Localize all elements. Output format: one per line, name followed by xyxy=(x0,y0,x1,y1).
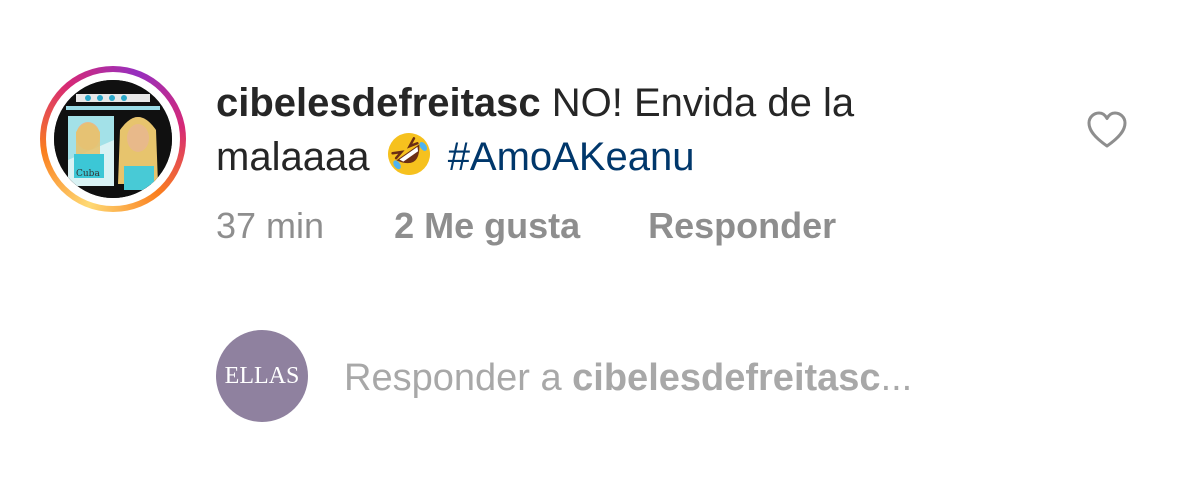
comment-meta-row: 37 min 2 Me gusta Responder xyxy=(216,204,836,248)
avatar-image: Cuba xyxy=(54,80,172,198)
avatar-logo-text: ELLAS xyxy=(224,362,300,389)
reply-input[interactable]: Responder a cibelesdefreitasc... xyxy=(344,354,1104,402)
rolling-on-floor-laughing-emoji-icon xyxy=(385,130,433,178)
avatar-photo-icon: Cuba xyxy=(54,80,172,198)
svg-text:Cuba: Cuba xyxy=(76,169,100,179)
hashtag-link[interactable]: #AmoAKeanu xyxy=(448,135,695,179)
comment-username[interactable]: cibelesdefreitasc xyxy=(216,81,541,125)
comment-timestamp: 37 min xyxy=(216,205,325,246)
heart-outline-icon[interactable] xyxy=(1086,111,1128,149)
reply-button[interactable]: Responder xyxy=(648,204,836,248)
reply-placeholder-suffix: ... xyxy=(880,357,913,399)
comment-body: cibelesdefreitasc NO! Envida de la malaa… xyxy=(216,76,1016,184)
commenter-avatar[interactable]: Cuba xyxy=(40,66,186,212)
current-user-avatar: ELLAS xyxy=(216,330,308,422)
reply-placeholder-prefix: Responder a xyxy=(344,357,573,399)
likes-count-button[interactable]: 2 Me gusta xyxy=(394,204,580,248)
reply-placeholder-target: cibelesdefreitasc xyxy=(572,357,881,399)
